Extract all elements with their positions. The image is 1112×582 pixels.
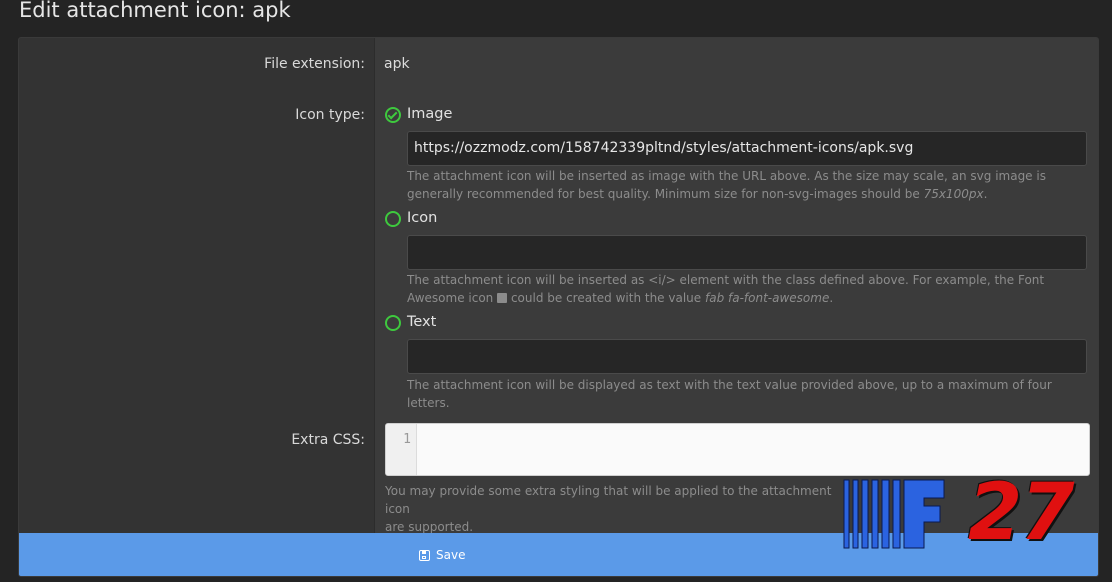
f27-watermark-logo: 27 bbox=[840, 472, 1102, 554]
line-number: 1 bbox=[403, 432, 411, 447]
icon-type-label: Icon type: bbox=[295, 107, 365, 123]
extra-css-hint: You may provide some extra styling that … bbox=[385, 484, 832, 534]
icon-class-input[interactable] bbox=[407, 235, 1087, 270]
editor-gutter: 1 bbox=[386, 424, 417, 475]
file-extension-label: File extension: bbox=[264, 56, 365, 72]
page-title: Edit attachment icon: apk bbox=[19, 0, 291, 22]
radio-image-label[interactable]: Image bbox=[407, 106, 452, 122]
text-hint: The attachment icon will be displayed as… bbox=[407, 378, 1052, 410]
save-button[interactable]: Save bbox=[419, 545, 465, 565]
extra-css-label: Extra CSS: bbox=[291, 432, 365, 448]
image-url-input[interactable]: https://ozzmodz.com/158742339pltnd/style… bbox=[407, 131, 1087, 166]
image-hint: The attachment icon will be inserted as … bbox=[407, 169, 1046, 201]
save-button-label: Save bbox=[436, 548, 466, 562]
text-value-input[interactable] bbox=[407, 339, 1087, 374]
radio-icon-label[interactable]: Icon bbox=[407, 210, 437, 226]
font-awesome-icon bbox=[497, 293, 508, 303]
save-icon bbox=[419, 549, 430, 561]
radio-image[interactable] bbox=[385, 107, 401, 123]
radio-icon[interactable] bbox=[385, 211, 401, 227]
watermark-text: 27 bbox=[968, 468, 1075, 558]
radio-text-label[interactable]: Text bbox=[407, 314, 436, 330]
radio-text[interactable] bbox=[385, 315, 401, 331]
icon-hint: The attachment icon will be inserted as … bbox=[407, 273, 1045, 305]
file-extension-value: apk bbox=[384, 56, 410, 72]
